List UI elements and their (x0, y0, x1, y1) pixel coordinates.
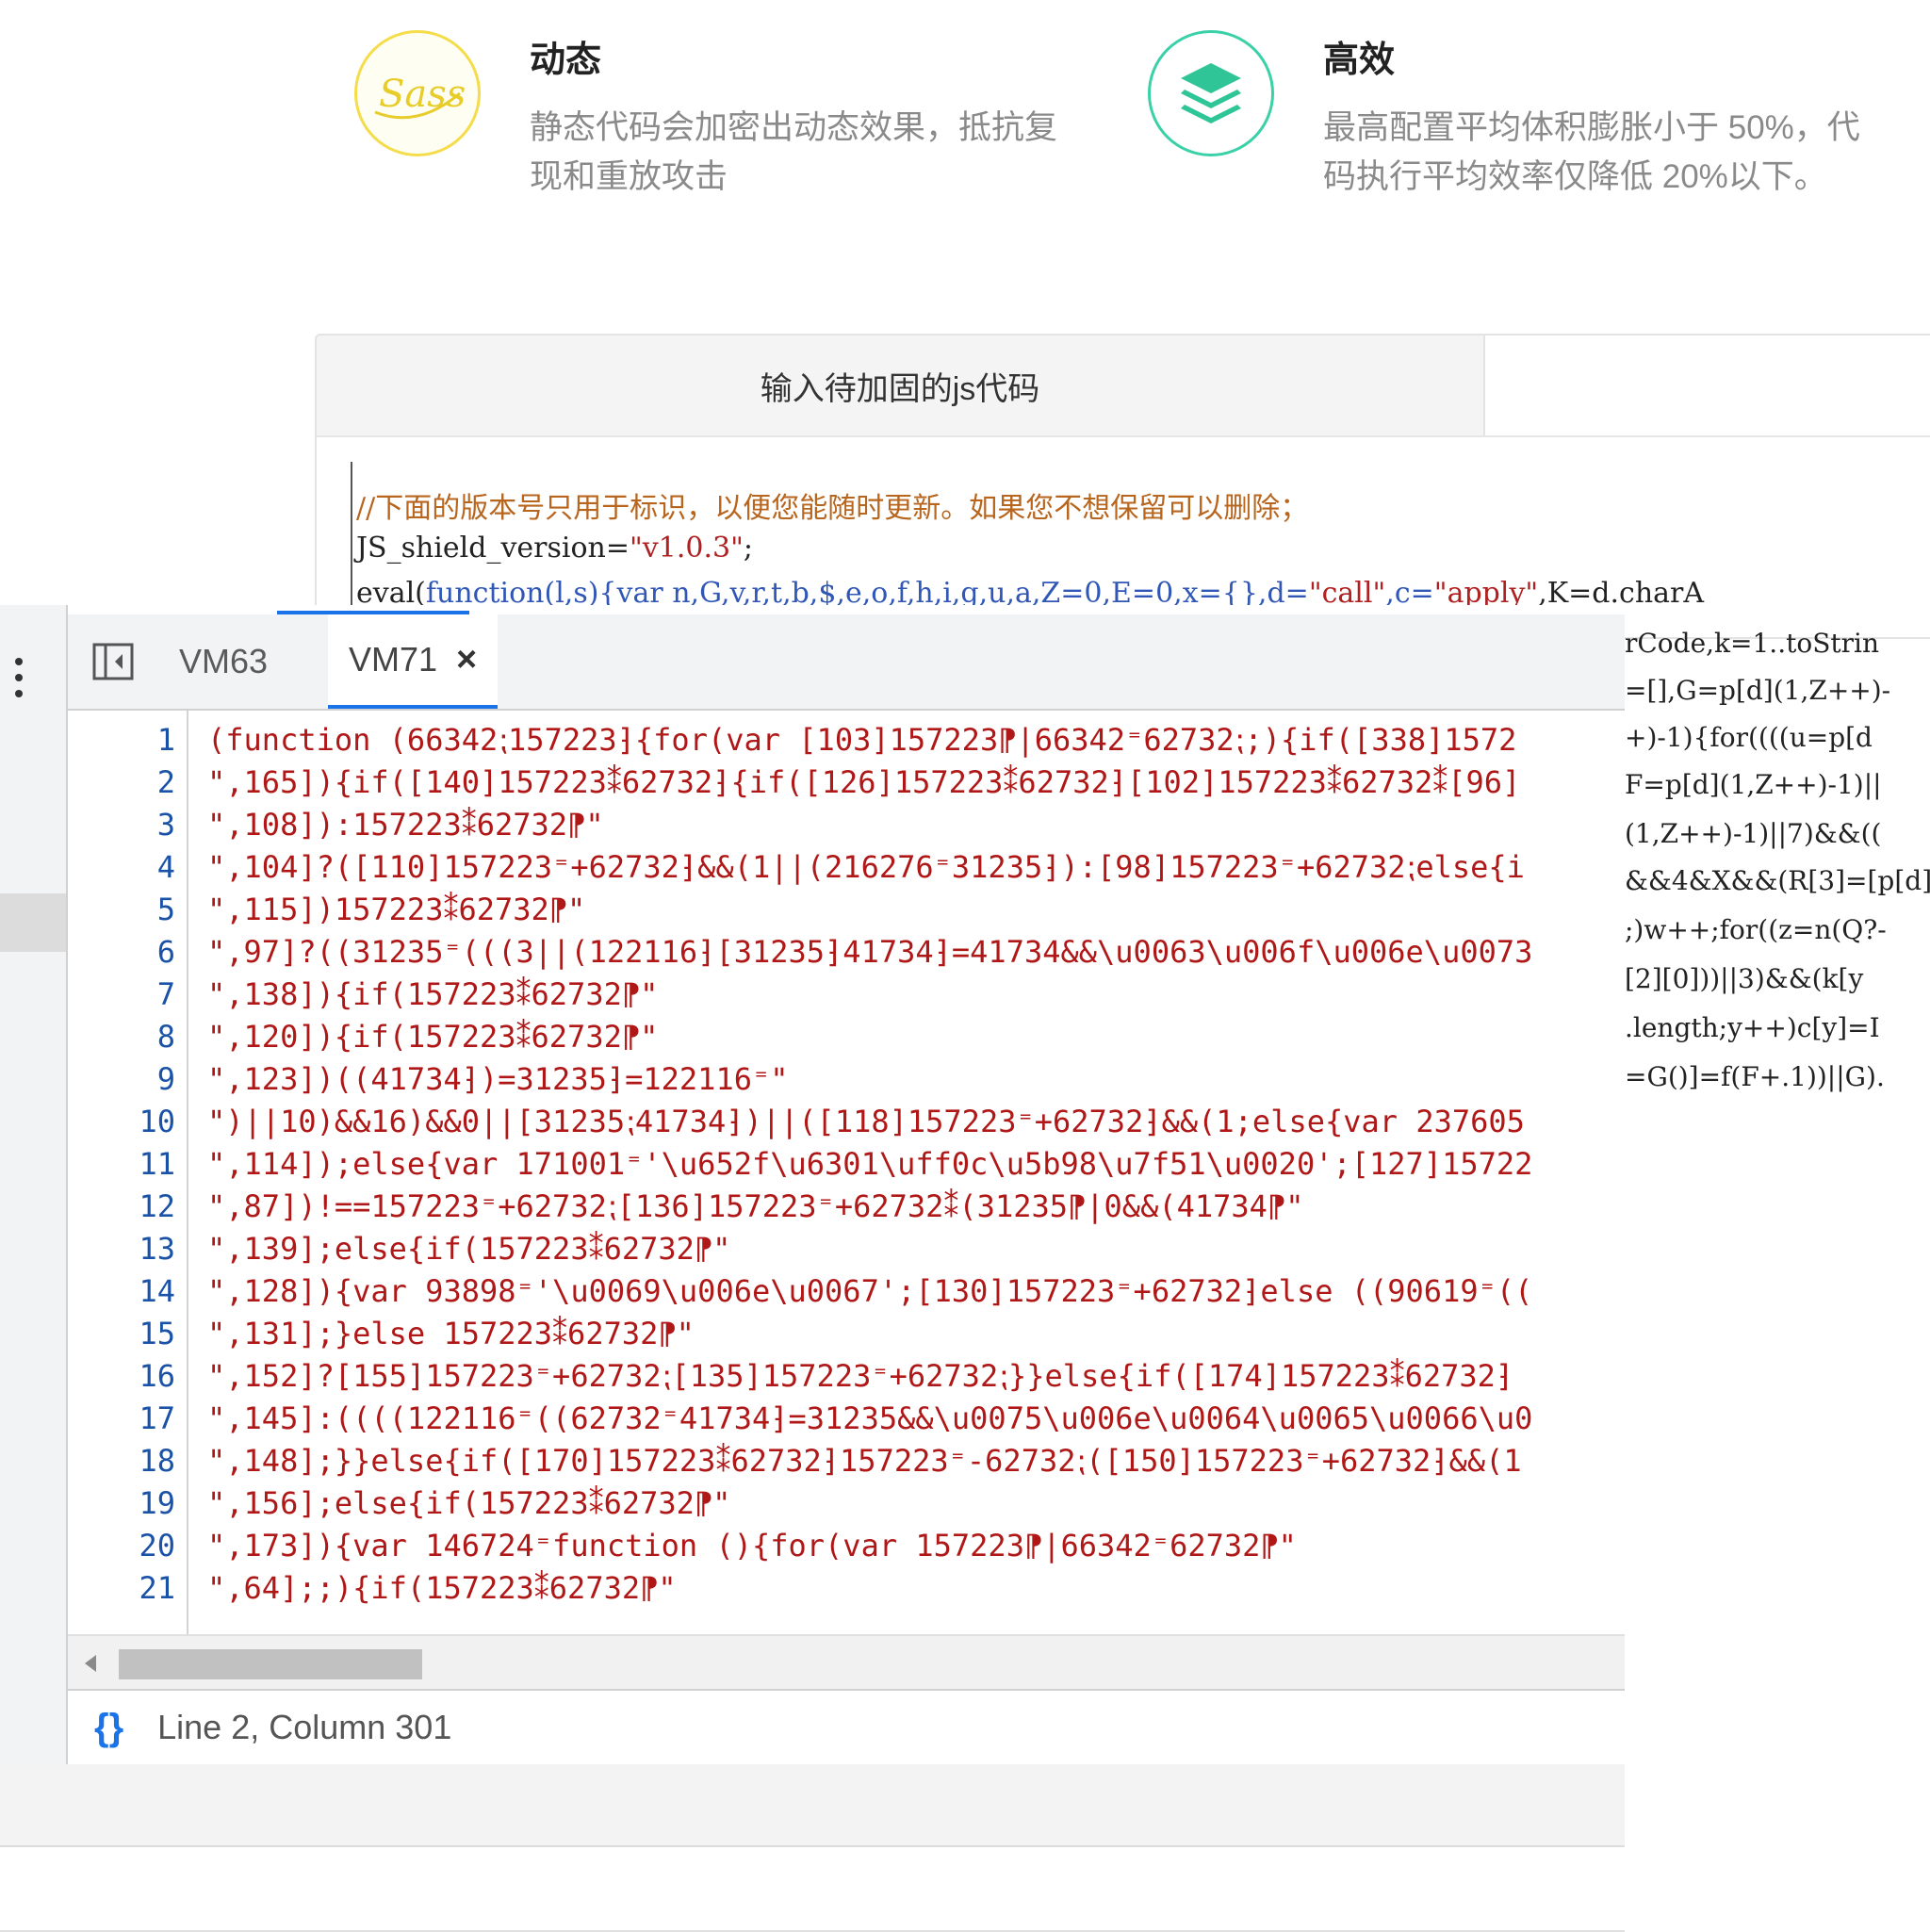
code-line: ",97]?((31235⁼(((3||(122116⁆[31235⁆41734… (207, 934, 1533, 970)
devtools-navigator (0, 605, 68, 1764)
feature-desc-dynamic: 静态代码会加密出动态效果，抵抗复现和重放攻击 (530, 109, 1058, 195)
line-number: 6 (156, 934, 175, 970)
code-line: ",115])157223⁑62732⁋" (207, 892, 586, 927)
line-number: 17 (139, 1400, 175, 1436)
version-string: "v1.0.3" (630, 532, 744, 565)
tab-output[interactable] (1485, 336, 1930, 435)
code-line: ",64];;){if(157223⁑62732⁋" (207, 1570, 677, 1606)
tab-vm71[interactable]: VM71 × (328, 614, 499, 709)
line-number: 9 (156, 1061, 175, 1097)
bg-code-overflow-2: =[],G=p[d](1,Z++)- (1625, 675, 1891, 706)
line-number: 7 (156, 976, 175, 1012)
code-version-line: JS_shield_version="v1.0.3"; (356, 532, 753, 565)
code-line: ",148];}}else{if([170]157223⁑62732⁆15722… (207, 1443, 1522, 1479)
line-number-gutter: 1 2 3 4 5 6 7 8 9 10 11 12 13 14 15 16 17 18 19 20 21 (68, 711, 188, 1634)
svg-text:Sass: Sass (379, 73, 466, 116)
line-number: 19 (139, 1485, 175, 1521)
line-number: 18 (139, 1443, 175, 1479)
code-line: ",104]?([110]157223⁼+62732⁆&&(1||(216276… (207, 849, 1525, 885)
active-tab-indicator (277, 611, 469, 614)
line-number: 20 (139, 1528, 175, 1564)
bg-code-overflow-7: ;)w++;for((z=n(Q?- (1625, 914, 1887, 945)
devtools-drawer-bar (0, 1764, 1625, 1847)
line-number: 8 (156, 1019, 175, 1055)
bg-code-overflow-10: =G()]=f(F+.1))||G). (1625, 1061, 1885, 1092)
line-number: 15 (139, 1316, 175, 1351)
code-line: ",165]){if([140]157223⁑62732⁆{if([126]15… (207, 764, 1521, 800)
line-number: 14 (139, 1273, 175, 1309)
devtools-sources-panel: VM63 VM71 × 1 2 3 4 5 6 7 8 9 10 11 12 13 14 15 16 17 18 1… (0, 605, 1625, 1932)
code-line: ",156];else{if(157223⁑62732⁋" (207, 1485, 731, 1521)
line-number: 3 (156, 807, 175, 843)
scroll-left-arrow-icon[interactable] (81, 1653, 98, 1678)
bg-code-overflow-9: .length;y++)c[y]=I (1625, 1012, 1880, 1043)
line-number: 2 (156, 764, 175, 800)
code-line: ")||10)&&16)&&0||[31235⁏41734⁆)||([118]1… (207, 1104, 1525, 1139)
bg-code-overflow-8: [2][0]))||3)&&(k[y (1625, 963, 1864, 994)
code-line: ",128]){var 93898⁼'\u0069\u006e\u0067';[… (207, 1273, 1533, 1309)
code-line: ",145]:((((122116⁼((62732⁼41734⁆=31235&&… (207, 1400, 1533, 1436)
feature-title-efficient: 高效 (1323, 41, 1396, 80)
code-line: ",152]?[155]157223⁼+62732⁏[135]157223⁼+6… (207, 1358, 1514, 1394)
line-number: 12 (139, 1188, 175, 1224)
version-identifier: JS_shield_version= (356, 532, 630, 565)
horizontal-scrollbar[interactable] (68, 1634, 1625, 1691)
version-semicolon: ; (743, 532, 753, 565)
code-comment-line: //下面的版本号只用于标识，以便您能随时更新。如果您不想保留可以删除； (356, 492, 1309, 525)
code-line: ",173]){var 146724⁼function (){for(var 1… (207, 1528, 1297, 1564)
code-line: ",87])!==157223⁼+62732⁏[136]157223⁼+6273… (207, 1188, 1304, 1224)
more-options-icon[interactable] (9, 654, 28, 701)
code-line: ",123])((41734⁆)=31235⁆=122116⁼" (207, 1061, 789, 1097)
line-number: 4 (156, 849, 175, 885)
code-line: (function (66342⁏157223⁆{for(var [103]15… (207, 722, 1517, 758)
line-number: 10 (139, 1104, 175, 1139)
code-line: ",139];else{if(157223⁑62732⁋" (207, 1231, 731, 1267)
code-editor[interactable]: 1 2 3 4 5 6 7 8 9 10 11 12 13 14 15 16 17 18 19 20 21 (funct… (68, 711, 1625, 1634)
editor-status-bar: {} Line 2, Column 301 (68, 1689, 1625, 1766)
pretty-print-icon[interactable]: {} (94, 1707, 123, 1749)
line-number: 1 (156, 722, 175, 758)
line-number: 5 (156, 892, 175, 927)
bg-code-overflow-5: (1,Z++)-1)||7)&&(( (1625, 818, 1882, 849)
cursor-position: Line 2, Column 301 (157, 1708, 452, 1746)
scrollbar-thumb[interactable] (119, 1649, 422, 1679)
devtools-console-area (0, 1847, 1625, 1932)
feature-desc-efficient: 最高配置平均体积膨胀小于 50%，代码执行平均效率仅降低 20%以下。 (1323, 109, 1860, 195)
tab-vm63-label: VM63 (179, 642, 269, 680)
code-line: ",131];}else 157223⁑62732⁋" (207, 1316, 695, 1351)
code-line: ",138]){if(157223⁑62732⁋" (207, 976, 659, 1012)
line-number: 16 (139, 1358, 175, 1394)
line-number: 13 (139, 1231, 175, 1267)
line-number: 21 (139, 1570, 175, 1606)
bg-code-overflow-4: F=p[d](1,Z++)-1)|| (1625, 769, 1882, 800)
code-line: ",108]):157223⁑62732⁋" (207, 807, 604, 843)
sass-icon: Sass (354, 30, 481, 156)
bg-code-overflow-6: &&4&X&&(R[3]=[p[d] (1625, 865, 1930, 896)
bg-code-overflow-1: rCode,k=1..toStrin (1625, 628, 1880, 659)
code-line: ",120]){if(157223⁑62732⁋" (207, 1019, 659, 1055)
layers-icon (1148, 30, 1274, 156)
devtools-file-tabs: VM63 VM71 × (68, 614, 1625, 711)
tab-vm71-label: VM71 (349, 640, 438, 679)
tab-vm63[interactable]: VM63 (179, 614, 268, 709)
code-line: ",114]);else{var 171001⁼'\u652f\u6301\uf… (207, 1146, 1533, 1182)
navigator-selected-row[interactable] (0, 893, 66, 952)
js-input-panel: 输入待加固的js代码 //下面的版本号只用于标识，以便您能随时更新。如果您不想保… (315, 334, 1930, 639)
panel-tabbar: 输入待加固的js代码 (317, 336, 1930, 437)
tab-input-js[interactable]: 输入待加固的js代码 (317, 336, 1485, 435)
toggle-navigator-icon[interactable] (92, 643, 134, 680)
line-number: 11 (139, 1146, 175, 1182)
feature-title-dynamic: 动态 (530, 41, 602, 80)
bg-code-overflow-3: +)-1){for((((u=p[d (1625, 722, 1873, 753)
close-icon[interactable]: × (456, 640, 477, 680)
